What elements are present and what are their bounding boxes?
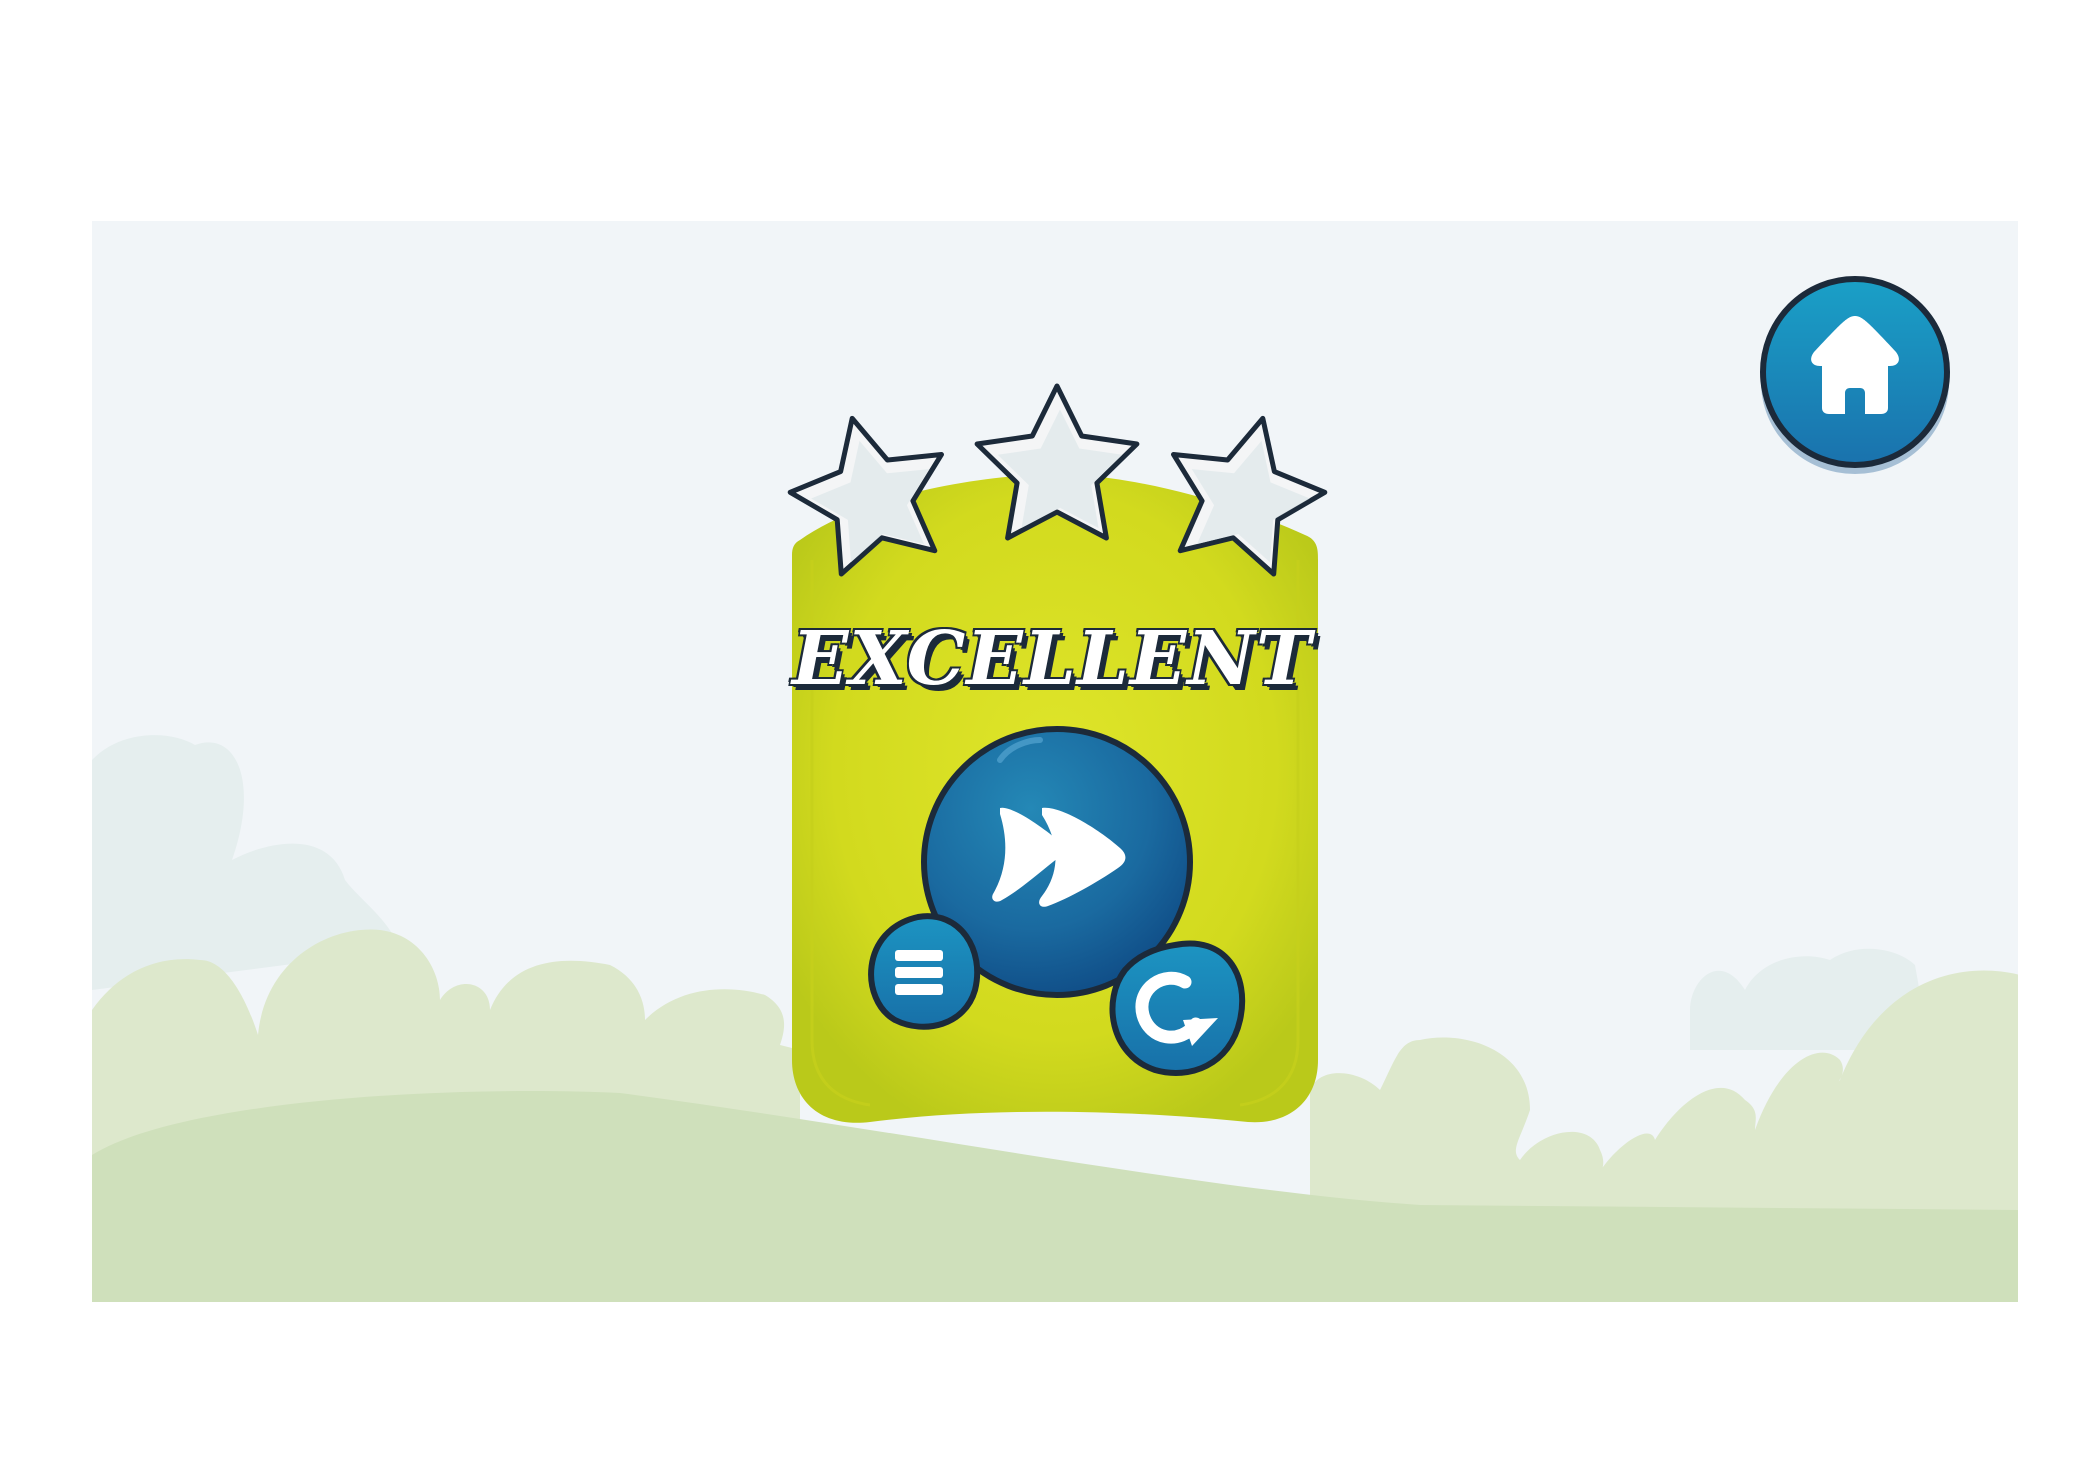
menu-icon bbox=[895, 950, 943, 995]
replay-button[interactable] bbox=[1109, 940, 1246, 1076]
home-button[interactable] bbox=[1760, 276, 1950, 474]
menu-button[interactable] bbox=[868, 913, 981, 1030]
game-scene bbox=[92, 276, 2018, 1302]
